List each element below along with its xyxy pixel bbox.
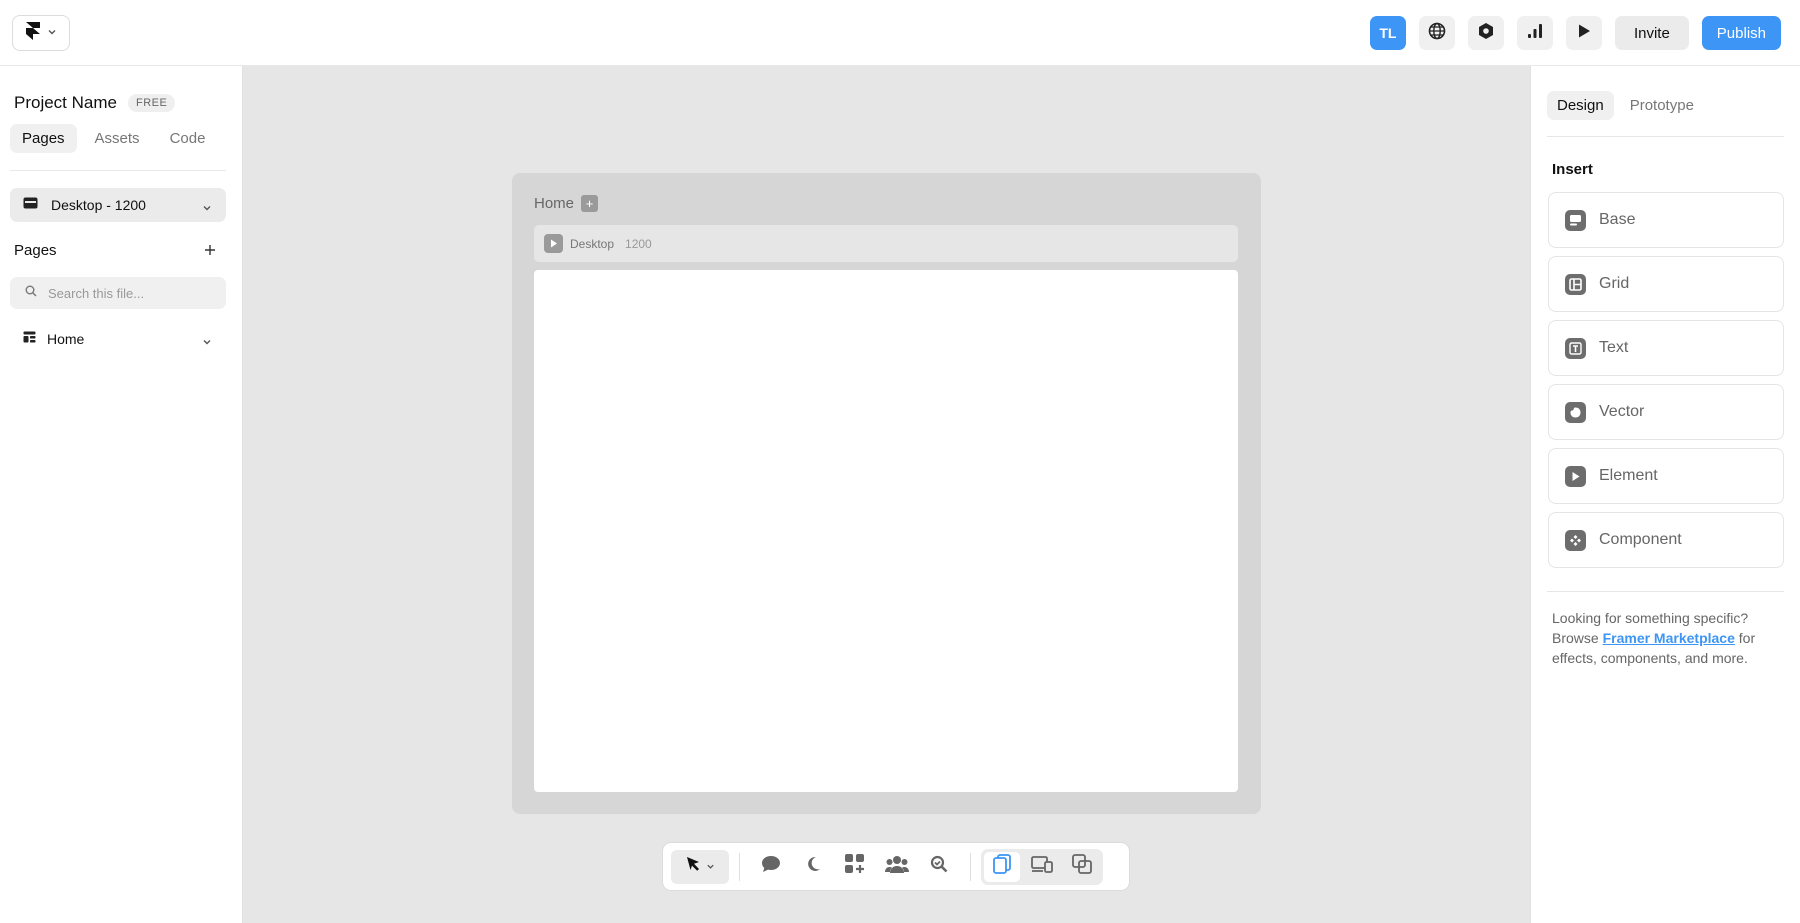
insert-label: Element	[1599, 467, 1658, 484]
tab-prototype[interactable]: Prototype	[1620, 91, 1704, 120]
tab-assets[interactable]: Assets	[83, 124, 152, 153]
components-icon	[844, 853, 866, 880]
right-tabs: Design Prototype	[1547, 91, 1704, 120]
canvas-frame[interactable]: Home + Desktop 1200	[512, 173, 1261, 814]
top-bar: TL Invite Publish	[0, 0, 1800, 66]
breakpoint-selector[interactable]: Desktop - 1200	[10, 188, 226, 222]
devices-icon	[1031, 855, 1053, 878]
moon-icon	[804, 855, 822, 878]
bottom-toolbar	[662, 842, 1130, 891]
view-mode-group	[981, 848, 1103, 885]
breakpoint-width: 1200	[625, 236, 652, 251]
page-canvas[interactable]	[534, 270, 1238, 792]
element-icon	[1565, 465, 1586, 487]
tab-design[interactable]: Design	[1547, 91, 1614, 120]
insert-component-button[interactable]: Component	[1548, 512, 1784, 568]
invite-button[interactable]: Invite	[1614, 16, 1689, 50]
insert-grid-button[interactable]: Grid	[1548, 256, 1784, 312]
breakpoints-view-button[interactable]	[1024, 852, 1060, 882]
project-name[interactable]: Project Name	[14, 93, 117, 113]
comment-icon	[760, 854, 782, 879]
component-icon	[1565, 529, 1586, 551]
add-breakpoint-button[interactable]: +	[581, 195, 599, 212]
preview-button[interactable]	[1565, 16, 1602, 50]
insert-vector-button[interactable]: Vector	[1548, 384, 1784, 440]
base-icon	[1565, 209, 1586, 231]
framer-logo-icon	[26, 21, 40, 45]
insert-list: Base Grid Text Vector Element Component	[1548, 192, 1784, 576]
user-avatar[interactable]: TL	[1369, 16, 1406, 50]
grid-icon	[1565, 273, 1586, 295]
select-tool-button[interactable]	[671, 849, 729, 884]
breakpoint-name: Desktop	[570, 236, 615, 251]
chevron-down-icon[interactable]	[202, 334, 212, 352]
frame-title: Home +	[534, 195, 599, 212]
page-item-label: Home	[47, 331, 85, 347]
chevron-down-icon	[47, 24, 57, 42]
breakpoint-bar[interactable]: Desktop 1200	[534, 225, 1238, 262]
insert-base-button[interactable]: Base	[1548, 192, 1784, 248]
plugins-button[interactable]	[1467, 16, 1504, 50]
text-icon	[1565, 337, 1586, 359]
app-menu-button[interactable]	[12, 15, 70, 51]
pages-section-title: Pages	[14, 242, 57, 259]
insert-element-button[interactable]: Element	[1548, 448, 1784, 504]
layers-icon	[1072, 854, 1092, 879]
insert-label: Vector	[1599, 403, 1645, 420]
plan-badge: FREE	[127, 94, 176, 112]
tab-code[interactable]: Code	[158, 124, 218, 153]
bar-chart-icon	[1526, 22, 1544, 45]
collaborators-button[interactable]	[879, 850, 915, 884]
vector-icon	[1565, 401, 1586, 423]
analytics-button[interactable]	[1516, 16, 1553, 50]
pages-view-button[interactable]	[984, 851, 1020, 882]
play-icon	[1577, 23, 1591, 44]
insert-label: Grid	[1599, 275, 1630, 292]
left-tabs: Pages Assets Code	[10, 124, 217, 153]
insert-components-button[interactable]	[837, 850, 873, 884]
tab-pages[interactable]: Pages	[10, 124, 77, 153]
chevron-down-icon	[706, 858, 715, 876]
chevron-down-icon	[202, 200, 212, 218]
desktop-icon	[23, 196, 38, 214]
insert-text-button[interactable]: Text	[1548, 320, 1784, 376]
divider	[1547, 591, 1784, 592]
insert-label: Base	[1599, 211, 1636, 228]
plus-icon	[205, 245, 215, 255]
zoom-button[interactable]	[921, 850, 957, 884]
users-icon	[885, 854, 909, 879]
publish-button[interactable]: Publish	[1701, 16, 1781, 50]
zoom-icon	[930, 855, 948, 878]
dark-mode-button[interactable]	[795, 850, 831, 884]
frame-title-label[interactable]: Home	[534, 195, 574, 212]
marketplace-link[interactable]: Framer Marketplace	[1603, 630, 1735, 646]
pages-icon	[993, 854, 1011, 879]
hexagon-icon	[1477, 22, 1495, 45]
top-right-actions: TL Invite Publish	[1369, 16, 1781, 50]
divider	[1547, 136, 1784, 137]
overlays-view-button[interactable]	[1064, 852, 1100, 882]
add-page-button[interactable]	[204, 242, 216, 258]
page-icon	[23, 330, 36, 348]
insert-label: Component	[1599, 531, 1682, 548]
play-icon[interactable]	[544, 234, 563, 253]
insert-section-title: Insert	[1552, 161, 1593, 178]
divider	[739, 852, 740, 881]
right-panel: Design Prototype Insert Base Grid Text V…	[1530, 66, 1800, 923]
search-input[interactable]	[48, 285, 208, 301]
cursor-icon	[685, 856, 701, 877]
globe-icon	[1428, 22, 1446, 45]
help-text: Looking for something specific? Browse F…	[1552, 608, 1782, 668]
left-panel: Project Name FREE Pages Assets Code Desk…	[0, 66, 243, 923]
search-field[interactable]	[10, 277, 226, 309]
comment-button[interactable]	[753, 850, 789, 884]
page-item-home[interactable]: Home	[10, 324, 226, 354]
site-settings-button[interactable]	[1418, 16, 1455, 50]
divider	[970, 852, 971, 881]
breakpoint-label: Desktop - 1200	[51, 197, 146, 213]
project-header: Project Name FREE	[14, 93, 176, 113]
search-icon	[25, 284, 37, 302]
insert-label: Text	[1599, 339, 1629, 356]
divider	[10, 170, 226, 171]
